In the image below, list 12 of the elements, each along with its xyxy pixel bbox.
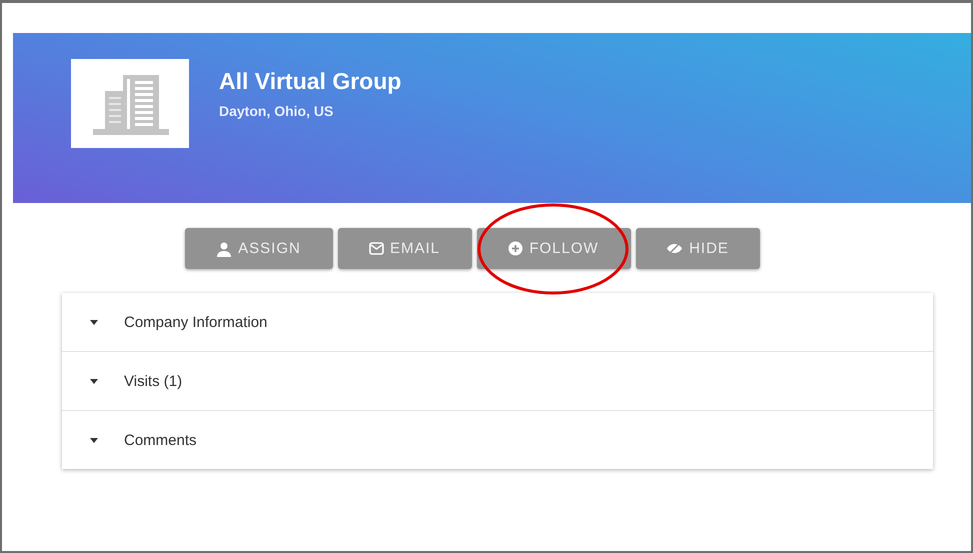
accordion-row[interactable]: Visits (1) xyxy=(62,351,933,410)
section-label: Comments xyxy=(124,432,197,448)
section-label: Company Information xyxy=(124,314,268,330)
company-name: All Virtual Group xyxy=(219,68,402,94)
accordion-row[interactable]: Comments xyxy=(62,410,933,469)
action-button[interactable]: ASSIGN xyxy=(184,228,332,269)
action-button[interactable]: FOLLOW xyxy=(476,228,630,269)
action-button[interactable]: EMAIL xyxy=(338,228,472,269)
company-location: Dayton, Ohio, US xyxy=(219,102,334,118)
accordion-row[interactable]: Company Information xyxy=(62,293,933,351)
section-label: Visits (1) xyxy=(124,372,182,390)
action-button[interactable]: HIDE xyxy=(636,228,760,269)
